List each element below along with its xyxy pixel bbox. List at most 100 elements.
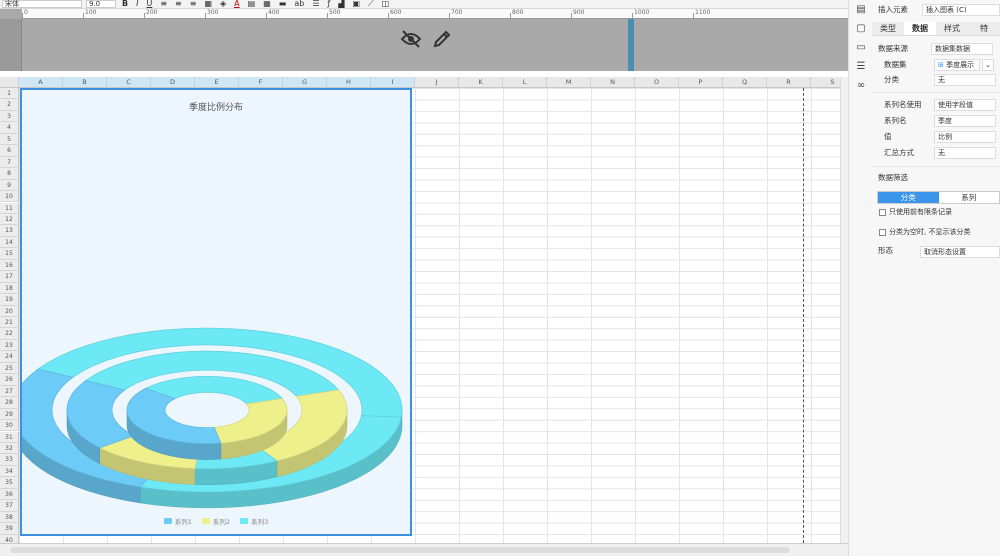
- column-header-cell[interactable]: I: [371, 77, 415, 88]
- link-icon[interactable]: ∞: [855, 80, 867, 92]
- column-header-cell[interactable]: E: [195, 77, 239, 88]
- column-header-cell[interactable]: K: [459, 77, 503, 88]
- row-header-cell[interactable]: 31: [0, 431, 19, 443]
- row-header-cell[interactable]: 10: [0, 191, 19, 203]
- merge-icon[interactable]: ▤: [246, 0, 258, 8]
- hide-empty-checkbox[interactable]: [879, 229, 886, 236]
- column-header-cell[interactable]: D: [151, 77, 195, 88]
- column-header-cell[interactable]: G: [283, 77, 327, 88]
- series-name-use-select[interactable]: 使用字段值: [934, 99, 996, 111]
- category-select[interactable]: 无: [934, 74, 996, 86]
- column-header-cell[interactable]: L: [503, 77, 547, 88]
- row-header-cell[interactable]: 9: [0, 179, 19, 192]
- italic-button[interactable]: I: [134, 0, 140, 8]
- row-header-cell[interactable]: 33: [0, 454, 19, 466]
- crop-icon[interactable]: ▢: [855, 23, 867, 35]
- summary-select[interactable]: 无: [934, 147, 996, 159]
- row-header-cell[interactable]: 26: [0, 374, 19, 386]
- formula-icon[interactable]: ƒ: [325, 0, 332, 8]
- row-header-cell[interactable]: 38: [0, 511, 19, 524]
- dataset-select[interactable]: ⊞ 季度展示: [934, 59, 980, 71]
- data-source-select[interactable]: 数据集数据: [931, 43, 993, 55]
- pencil-icon[interactable]: [432, 29, 452, 49]
- eye-off-icon[interactable]: [400, 29, 422, 49]
- bold-button[interactable]: B: [120, 0, 130, 8]
- tab-style[interactable]: 样式: [936, 22, 968, 35]
- row-header-cell[interactable]: 30: [0, 420, 19, 432]
- series-name-select[interactable]: 季度: [934, 115, 996, 127]
- row-header-cell[interactable]: 19: [0, 294, 19, 306]
- row-header-cell[interactable]: 34: [0, 465, 19, 478]
- row-header-cell[interactable]: 3: [0, 110, 19, 123]
- column-header-cell[interactable]: M: [547, 77, 591, 88]
- column-header-cell[interactable]: Q: [723, 77, 767, 88]
- chart-settings-icon[interactable]: ▤: [855, 4, 867, 16]
- column-header-cell[interactable]: C: [107, 77, 151, 88]
- row-header-cell[interactable]: 24: [0, 351, 19, 363]
- row-header-cell[interactable]: 37: [0, 500, 19, 512]
- row-header-cell[interactable]: 22: [0, 328, 19, 340]
- legend-item[interactable]: 系列2: [201, 516, 230, 526]
- align-center-icon[interactable]: ≡: [173, 0, 184, 8]
- chart-icon[interactable]: ▟: [336, 0, 346, 8]
- legend-item[interactable]: 系列1: [163, 516, 192, 526]
- tab-data[interactable]: 数据: [904, 22, 936, 35]
- font-size-select[interactable]: 9.0: [86, 0, 116, 8]
- row-header-cell[interactable]: 13: [0, 225, 19, 237]
- column-header-cell[interactable]: A: [19, 77, 63, 88]
- row-header-cell[interactable]: 27: [0, 385, 19, 398]
- cell-element-icon[interactable]: ◫: [380, 0, 392, 8]
- row-header-cell[interactable]: 7: [0, 156, 19, 169]
- row-header-cell[interactable]: 20: [0, 305, 19, 317]
- row-header-cell[interactable]: 29: [0, 408, 19, 421]
- row-header-cell[interactable]: 15: [0, 248, 19, 260]
- row-header-cell[interactable]: 4: [0, 122, 19, 134]
- wrap-text-button[interactable]: ab: [292, 0, 306, 8]
- row-header-cell[interactable]: 16: [0, 259, 19, 272]
- row-header-cell[interactable]: 5: [0, 133, 19, 146]
- insert-element-select[interactable]: 插入图表 (C): [922, 4, 1000, 16]
- column-header-cell[interactable]: R: [767, 77, 811, 88]
- filter-tab-series[interactable]: 系列: [939, 192, 1000, 203]
- column-header-cell[interactable]: F: [239, 77, 283, 88]
- tab-special[interactable]: 特: [968, 22, 1000, 35]
- fill-color-icon[interactable]: ◈: [218, 0, 228, 8]
- layers-icon[interactable]: ☰: [855, 61, 867, 73]
- row-header-cell[interactable]: 36: [0, 488, 19, 501]
- grid-corner[interactable]: [0, 77, 19, 88]
- chevron-down-icon[interactable]: ⌄: [982, 59, 994, 71]
- underline-button[interactable]: U: [144, 0, 154, 8]
- font-color-button[interactable]: A: [232, 0, 241, 8]
- tab-type[interactable]: 类型: [872, 22, 904, 35]
- row-header-cell[interactable]: 6: [0, 145, 19, 157]
- page-width-marker[interactable]: [628, 19, 634, 71]
- vertical-scrollbar[interactable]: [840, 77, 848, 543]
- horizontal-scrollbar[interactable]: [10, 547, 790, 553]
- row-header-cell[interactable]: 11: [0, 202, 19, 214]
- align-right-icon[interactable]: ≡: [188, 0, 199, 8]
- row-header-cell[interactable]: 18: [0, 282, 19, 295]
- align-left-icon[interactable]: ≡: [158, 0, 169, 8]
- legend-item[interactable]: 系列3: [240, 516, 268, 526]
- row-header-cell[interactable]: 28: [0, 397, 19, 409]
- row-header-cell[interactable]: 39: [0, 523, 19, 535]
- slash-icon[interactable]: ⟋: [366, 0, 376, 8]
- image-icon[interactable]: ▣: [350, 0, 362, 8]
- column-header-cell[interactable]: O: [635, 77, 679, 88]
- row-header-cell[interactable]: 1: [0, 88, 19, 100]
- row-header-cell[interactable]: 40: [0, 534, 19, 543]
- column-header-cell[interactable]: H: [327, 77, 371, 88]
- line-icon[interactable]: ▬: [277, 0, 289, 8]
- row-header-cell[interactable]: 25: [0, 362, 19, 375]
- column-header-cell[interactable]: J: [415, 77, 459, 88]
- value-select[interactable]: 比例: [934, 131, 996, 143]
- only-first-checkbox[interactable]: [879, 209, 886, 216]
- row-header-cell[interactable]: 8: [0, 168, 19, 180]
- indent-icon[interactable]: ☰: [310, 0, 321, 8]
- column-header-cell[interactable]: S: [811, 77, 840, 88]
- column-header-cell[interactable]: B: [63, 77, 107, 88]
- table-icon[interactable]: ▦: [261, 0, 273, 8]
- row-header-cell[interactable]: 14: [0, 236, 19, 249]
- row-header-cell[interactable]: 17: [0, 271, 19, 283]
- row-header-cell[interactable]: 21: [0, 317, 19, 329]
